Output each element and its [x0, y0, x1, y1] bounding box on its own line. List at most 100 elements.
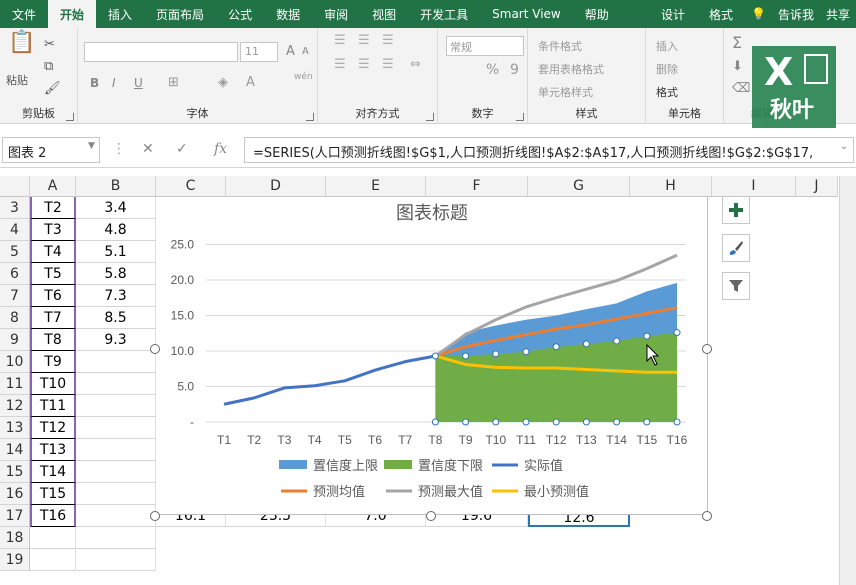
col-header-H[interactable]: H [630, 176, 712, 197]
chart-area[interactable]: - 5.0 10.0 15.0 20.0 25.0 图表标题 T1 T2 T3 T4 T5 T6 T7 T8… [155, 196, 708, 515]
cell-a[interactable]: T16 [30, 505, 76, 527]
alignment-launcher-icon[interactable] [426, 113, 434, 121]
cut-icon[interactable]: ✂ [44, 38, 55, 52]
border-icon[interactable]: ⊞ [168, 76, 179, 90]
font-name-input[interactable] [84, 42, 238, 62]
cell-b[interactable]: 5.8 [76, 263, 156, 285]
align-left-icon[interactable]: ☰ [334, 58, 346, 72]
cell-a[interactable]: T14 [30, 461, 76, 483]
row-header[interactable]: 3 [0, 197, 30, 219]
insert-function-icon[interactable]: fx [214, 141, 227, 157]
cell-a[interactable]: T10 [30, 373, 76, 395]
lightbulb-icon[interactable]: 💡 [745, 0, 772, 28]
fill-color-icon[interactable]: ◈ [218, 76, 228, 90]
tab-5[interactable]: 数据 [264, 0, 312, 28]
number-launcher-icon[interactable] [516, 113, 524, 121]
align-bottom-icon[interactable]: ☰ [382, 34, 394, 48]
cell-b[interactable] [76, 395, 156, 417]
tab-2[interactable]: 插入 [96, 0, 144, 28]
cell-b[interactable]: 7.3 [76, 285, 156, 307]
tab-7[interactable]: 视图 [360, 0, 408, 28]
fill-icon[interactable]: ⬇ [732, 60, 743, 74]
tab-4[interactable]: 公式 [216, 0, 264, 28]
copy-icon[interactable]: ⧉ [44, 60, 53, 74]
font-launcher-icon[interactable] [306, 113, 314, 121]
col-header-F[interactable]: F [426, 176, 528, 197]
resize-handle[interactable] [150, 344, 160, 354]
row-header[interactable]: 19 [0, 549, 30, 571]
format-cells-button[interactable]: 格式 [656, 84, 678, 100]
tab-12[interactable]: 格式 [697, 0, 745, 28]
cell-b[interactable] [76, 373, 156, 395]
tab-6[interactable]: 审阅 [312, 0, 360, 28]
align-middle-icon[interactable]: ☰ [358, 34, 370, 48]
format-as-table-button[interactable]: 套用表格格式 [538, 61, 604, 77]
col-header-C[interactable]: C [156, 176, 226, 197]
cell-b[interactable] [76, 461, 156, 483]
cell-b[interactable] [76, 439, 156, 461]
align-top-icon[interactable]: ☰ [334, 34, 346, 48]
cell-b[interactable]: 4.8 [76, 219, 156, 241]
col-header-I[interactable]: I [712, 176, 796, 197]
cell-b[interactable] [76, 483, 156, 505]
cell-a[interactable]: T13 [30, 439, 76, 461]
number-format-select[interactable]: 常规 [446, 36, 524, 56]
tab-3[interactable]: 页面布局 [144, 0, 216, 28]
name-box[interactable]: 图表 2 [2, 137, 100, 163]
cell-b[interactable] [76, 351, 156, 373]
row-header[interactable]: 15 [0, 461, 30, 483]
row-header[interactable]: 17 [0, 505, 30, 527]
row-header[interactable]: 8 [0, 307, 30, 329]
enter-icon[interactable]: ✓ [176, 141, 188, 157]
cell-b[interactable]: 9.3 [76, 329, 156, 351]
shrink-font-button[interactable]: A [302, 46, 309, 57]
cell-b[interactable]: 3.4 [76, 197, 156, 219]
resize-handle[interactable] [702, 511, 712, 521]
row-header[interactable]: 5 [0, 241, 30, 263]
cell-a[interactable] [30, 549, 76, 571]
resize-handle[interactable] [150, 511, 160, 521]
row-header[interactable]: 12 [0, 395, 30, 417]
tab-8[interactable]: 开发工具 [408, 0, 480, 28]
col-header-E[interactable]: E [326, 176, 426, 197]
font-color-icon[interactable]: A [246, 76, 255, 90]
cell-b[interactable] [76, 417, 156, 439]
cancel-icon[interactable]: ✕ [142, 141, 154, 157]
format-painter-icon[interactable]: 🖌 [44, 82, 61, 96]
resize-handle[interactable] [702, 344, 712, 354]
col-header-G[interactable]: G [528, 176, 630, 197]
tab-0[interactable]: 文件 [0, 0, 48, 28]
name-box-dropdown-icon[interactable]: ▼ [88, 141, 95, 151]
cell-a[interactable]: T12 [30, 417, 76, 439]
cell-a[interactable]: T15 [30, 483, 76, 505]
row-header[interactable]: 10 [0, 351, 30, 373]
vertical-scrollbar[interactable] [839, 176, 856, 585]
row-header[interactable]: 6 [0, 263, 30, 285]
cell-b[interactable] [76, 549, 156, 571]
cell-a[interactable]: T8 [30, 329, 76, 351]
font-size-input[interactable]: 11 [240, 42, 278, 62]
select-all-corner[interactable] [0, 176, 30, 197]
cell-b[interactable] [76, 527, 156, 549]
cell-a[interactable] [30, 527, 76, 549]
conditional-format-button[interactable]: 条件格式 [538, 38, 582, 54]
tab-1[interactable]: 开始 [48, 0, 97, 28]
clear-icon[interactable]: ⌫ [732, 82, 750, 96]
underline-button[interactable]: U [134, 76, 143, 90]
chart-filters-button[interactable] [722, 272, 750, 300]
formula-input[interactable]: =SERIES(人口预测折线图!$G$1,人口预测折线图!$A$2:$A$17,… [244, 137, 854, 163]
row-header[interactable]: 13 [0, 417, 30, 439]
worksheet[interactable]: 16.123.57.019.612.6 -5.010.015.020.025.0… [0, 176, 856, 585]
row-header[interactable]: 18 [0, 527, 30, 549]
autosum-icon[interactable]: Σ [732, 35, 742, 51]
tab-9[interactable]: Smart View [480, 0, 573, 28]
cell-a[interactable]: T6 [30, 285, 76, 307]
percent-button[interactable]: % [486, 62, 499, 78]
share-label[interactable]: 共享 [820, 0, 856, 28]
row-header[interactable]: 11 [0, 373, 30, 395]
cell-a[interactable]: T5 [30, 263, 76, 285]
row-header[interactable]: 4 [0, 219, 30, 241]
cell-b[interactable]: 8.5 [76, 307, 156, 329]
italic-button[interactable]: I [112, 76, 116, 90]
col-header-D[interactable]: D [226, 176, 326, 197]
